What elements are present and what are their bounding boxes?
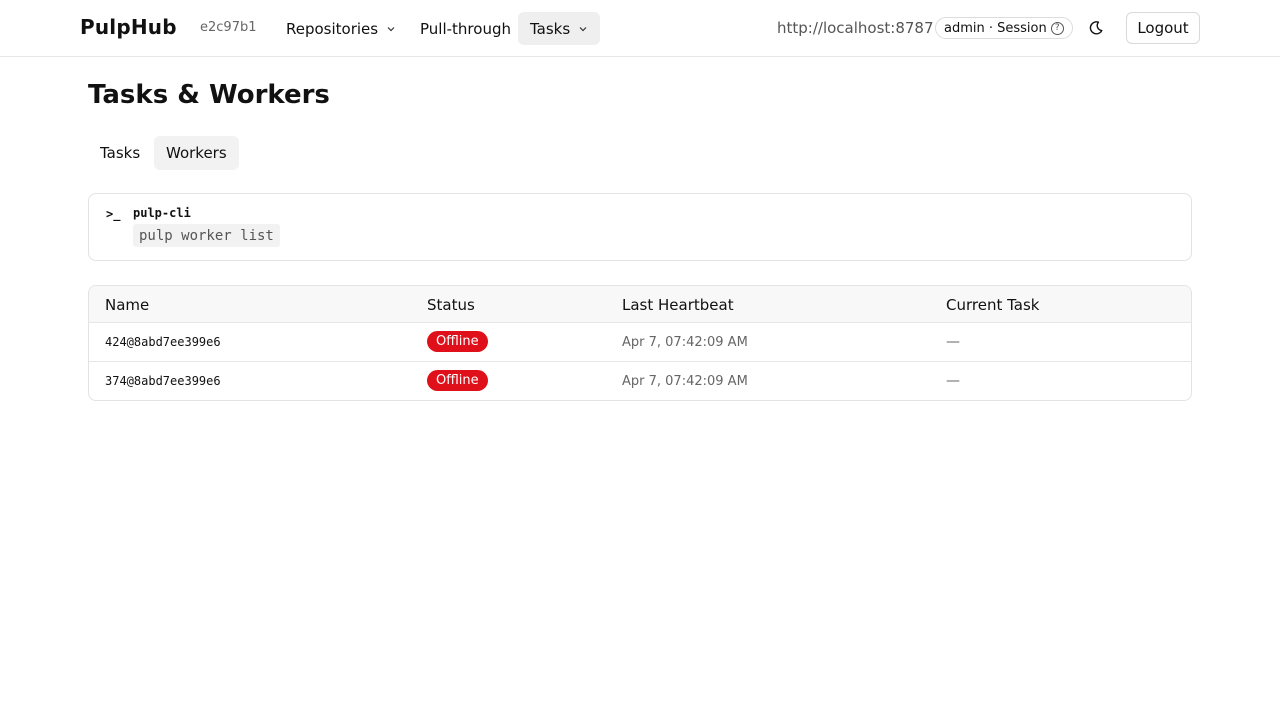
- table-header: Name Status Last Heartbeat Current Task: [89, 286, 1191, 323]
- nav-repositories-label: Repositories: [286, 19, 379, 38]
- last-heartbeat: Apr 7, 07:42:09 AM: [622, 374, 748, 389]
- column-header-last-heartbeat[interactable]: Last Heartbeat: [622, 296, 734, 314]
- current-task: —: [946, 373, 960, 389]
- terminal-icon: >_: [106, 207, 121, 221]
- chevron-down-icon: [579, 26, 587, 31]
- nav-tasks[interactable]: Tasks: [518, 12, 601, 45]
- cli-tool-name: pulp-cli: [133, 206, 191, 220]
- session-badge[interactable]: admin · Session ?: [935, 17, 1073, 39]
- status-badge: Offline: [427, 331, 488, 352]
- logout-button[interactable]: Logout: [1126, 12, 1200, 44]
- column-header-current-task[interactable]: Current Task: [946, 296, 1039, 314]
- cli-command[interactable]: pulp worker list: [133, 224, 280, 247]
- worker-name: 424@8abd7ee399e6: [105, 335, 221, 349]
- nav-tasks-label: Tasks: [530, 19, 571, 38]
- table-row[interactable]: 424@8abd7ee399e6 Offline Apr 7, 07:42:09…: [89, 323, 1191, 362]
- workers-table: Name Status Last Heartbeat Current Task …: [88, 285, 1192, 401]
- server-host: http://localhost:8787: [777, 19, 934, 37]
- column-header-status[interactable]: Status: [427, 296, 475, 314]
- chevron-down-icon: [387, 26, 395, 31]
- table-row[interactable]: 374@8abd7ee399e6 Offline Apr 7, 07:42:09…: [89, 362, 1191, 400]
- tab-tasks[interactable]: Tasks: [88, 136, 152, 170]
- theme-toggle-button[interactable]: [1082, 14, 1110, 42]
- question-circle-icon[interactable]: ?: [1050, 21, 1064, 35]
- current-task: —: [946, 334, 960, 350]
- cli-hint-box: >_ pulp-cli pulp worker list: [88, 193, 1192, 261]
- nav-pull-through-label: Pull-through: [420, 19, 511, 38]
- page-title: Tasks & Workers: [88, 80, 330, 110]
- column-header-name[interactable]: Name: [105, 296, 149, 314]
- brand-logo[interactable]: PulpHub: [80, 15, 177, 39]
- commit-hash: e2c97b1: [200, 20, 257, 35]
- top-navbar: PulpHub e2c97b1 Repositories Pull-throug…: [0, 0, 1280, 57]
- last-heartbeat: Apr 7, 07:42:09 AM: [622, 335, 748, 350]
- session-label: admin · Session: [944, 20, 1047, 36]
- nav-pull-through[interactable]: Pull-through: [408, 12, 523, 45]
- worker-name: 374@8abd7ee399e6: [105, 374, 221, 388]
- status-badge: Offline: [427, 370, 488, 391]
- moon-icon: [1089, 21, 1103, 35]
- nav-repositories[interactable]: Repositories: [274, 12, 408, 45]
- tab-workers[interactable]: Workers: [154, 136, 239, 170]
